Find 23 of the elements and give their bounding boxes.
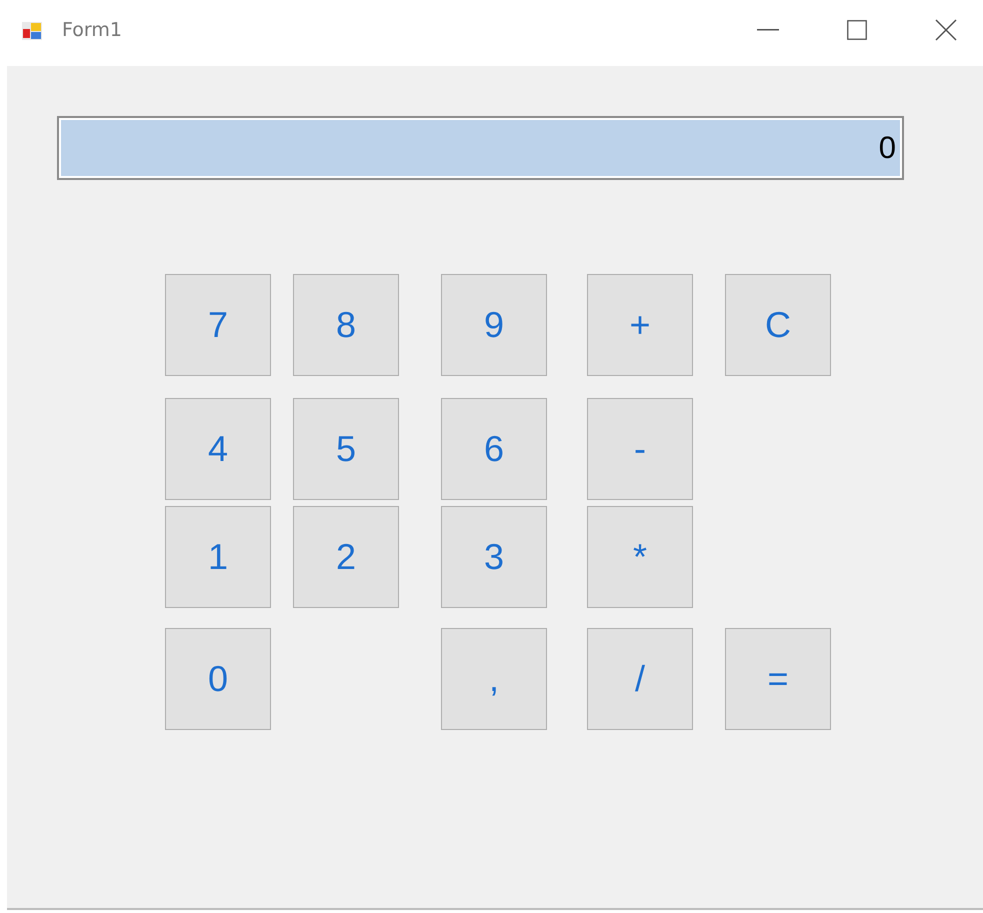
keypad-button[interactable]: 2	[293, 506, 399, 608]
maximize-icon[interactable]	[847, 20, 867, 40]
keypad-button[interactable]: 6	[441, 398, 547, 500]
display-field[interactable]: 0	[57, 116, 904, 180]
minimize-icon[interactable]	[757, 29, 779, 31]
window-title: Form1	[62, 19, 122, 41]
keypad-button[interactable]: 7	[165, 274, 271, 376]
keypad-button[interactable]: *	[587, 506, 693, 608]
keypad-button[interactable]: 4	[165, 398, 271, 500]
keypad-button[interactable]: 5	[293, 398, 399, 500]
close-icon[interactable]	[935, 19, 957, 41]
keypad-button[interactable]: 8	[293, 274, 399, 376]
app-icon	[22, 22, 42, 40]
keypad-button[interactable]: 1	[165, 506, 271, 608]
keypad-button[interactable]: 9	[441, 274, 547, 376]
keypad-button[interactable]: 0	[165, 628, 271, 730]
keypad-button[interactable]: 3	[441, 506, 547, 608]
keypad-button[interactable]: =	[725, 628, 831, 730]
keypad-button[interactable]: ,	[441, 628, 547, 730]
keypad-button[interactable]: +	[587, 274, 693, 376]
keypad-button[interactable]: -	[587, 398, 693, 500]
keypad-button[interactable]: C	[725, 274, 831, 376]
keypad-button[interactable]: /	[587, 628, 693, 730]
